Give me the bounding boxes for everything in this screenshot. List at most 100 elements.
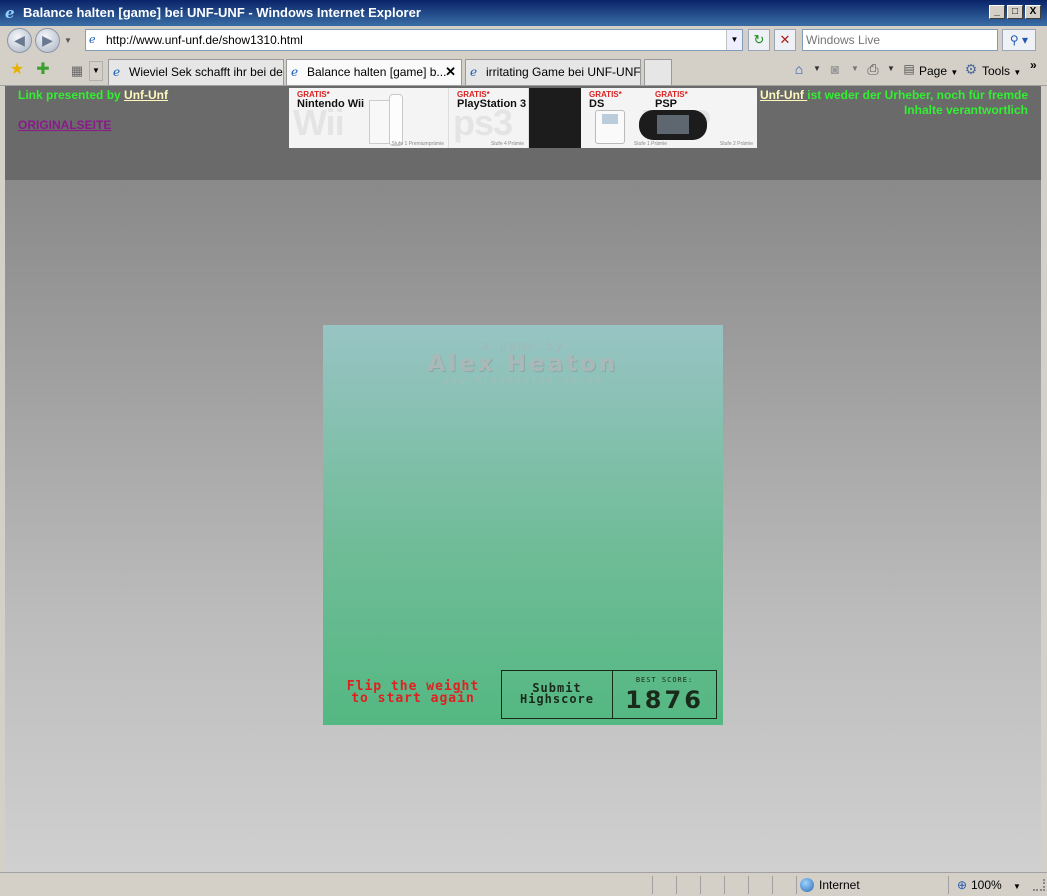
flip-weight-instruction: Flip the weight to start again xyxy=(343,680,483,706)
page-menu-label: Page xyxy=(919,64,948,78)
best-score-label: BEST SCORE: xyxy=(635,676,694,684)
best-score-panel: BEST SCORE: 1876 xyxy=(612,670,717,719)
ie-logo-icon: e xyxy=(5,4,15,22)
wii-console-image xyxy=(369,100,391,144)
new-tab-button[interactable] xyxy=(644,59,672,85)
tab-label: Balance halten [game] b... xyxy=(307,65,447,79)
banner-product-name: PSP xyxy=(655,98,678,110)
feeds-icon[interactable]: ◙ xyxy=(826,60,844,78)
url-input[interactable] xyxy=(106,32,726,48)
home-dropdown-icon[interactable]: ▼ xyxy=(808,60,826,78)
best-score-value: 1876 xyxy=(625,686,704,714)
status-divider xyxy=(748,876,749,894)
banner-product-name: DS xyxy=(589,98,605,110)
recent-pages-dropdown[interactable]: ▼ xyxy=(64,36,72,45)
ie-tab-icon: e xyxy=(470,65,478,79)
tab-irritating-game[interactable]: e irritating Game bei UNF-UNF xyxy=(465,59,641,85)
tab-label: irritating Game bei UNF-UNF xyxy=(486,65,641,79)
status-divider xyxy=(652,876,653,894)
address-bar: e ▼ xyxy=(85,29,743,51)
disclaimer-text: ist weder der Urheber, noch für fremde I… xyxy=(807,88,1028,117)
window-frame-right xyxy=(1041,86,1047,872)
close-window-button[interactable]: X xyxy=(1025,5,1041,19)
zoom-level[interactable]: 100% xyxy=(971,877,1002,893)
banner-note: Stufe 4 Prämie xyxy=(490,141,524,147)
flip-line-2: to start again xyxy=(351,691,475,706)
link-presented-by: Link presented by Unf-Unf xyxy=(18,88,168,102)
quick-tabs-icon[interactable]: ▦ xyxy=(66,61,88,81)
status-divider xyxy=(796,876,797,894)
ps3-console-image xyxy=(529,88,581,148)
security-zone-label[interactable]: Internet xyxy=(819,877,860,893)
page-icon: e xyxy=(89,33,96,46)
banner-product-name: PlayStation 3 xyxy=(457,98,527,110)
status-divider xyxy=(676,876,677,894)
window-controls: _ □ X xyxy=(989,5,1041,19)
status-divider xyxy=(724,876,725,894)
tab-list-dropdown[interactable]: ▼ xyxy=(89,61,103,81)
search-button[interactable]: ⚲ ▾ xyxy=(1002,29,1036,51)
status-divider xyxy=(700,876,701,894)
page-menu-icon: ▤ xyxy=(903,62,915,76)
favorites-star-icon[interactable]: ★ xyxy=(7,60,27,80)
back-button[interactable]: ◀ xyxy=(7,28,32,53)
game-canvas[interactable]: a game by Alex Heaton www.AlexHeaton.co.… xyxy=(323,325,723,725)
title-bar: e Balance halten [game] bei UNF-UNF - Wi… xyxy=(0,0,1047,26)
status-divider xyxy=(948,876,949,894)
home-icon[interactable]: ⌂ xyxy=(790,60,808,78)
page-viewport: Link presented by Unf-Unf ORIGINALSEITE … xyxy=(5,86,1041,872)
status-bar: Internet ⊕ 100% ▼ xyxy=(0,872,1047,896)
address-dropdown-arrow[interactable]: ▼ xyxy=(726,30,742,50)
unf-unf-link[interactable]: Unf-Unf xyxy=(124,88,168,102)
add-favorites-icon[interactable]: ✚ xyxy=(33,60,53,80)
refresh-button[interactable]: ↻ xyxy=(748,29,770,51)
submit-highscore-button[interactable]: Submit Highscore xyxy=(501,670,613,719)
ad-banner[interactable]: Wii GRATIS* Nintendo Wii Stufe 1 Premium… xyxy=(289,88,757,148)
tab-label: Wieviel Sek schafft ihr bei de... xyxy=(129,65,284,79)
forward-button[interactable]: ▶ xyxy=(35,28,60,53)
tab-balance-halten[interactable]: e Balance halten [game] b... ✕ xyxy=(286,59,462,85)
print-icon[interactable]: ⎙ xyxy=(864,60,882,78)
more-commands-chevron-icon[interactable]: » xyxy=(1030,56,1037,74)
tools-gear-icon: ⚙ xyxy=(964,61,978,77)
tab-wieviel-sek[interactable]: e Wieviel Sek schafft ihr bei de... xyxy=(108,59,284,85)
banner-note: Stufe 1 Premiumprämie xyxy=(391,141,444,147)
resize-grip-icon[interactable] xyxy=(1033,879,1045,891)
print-dropdown-icon[interactable]: ▼ xyxy=(882,60,900,78)
banner-note: Stufe 2 Prämie xyxy=(719,141,753,147)
psp-image xyxy=(639,110,707,140)
original-page-link[interactable]: ORIGINALSEITE xyxy=(18,118,111,132)
zoom-icon: ⊕ xyxy=(957,878,968,892)
banner-wii[interactable]: Wii GRATIS* Nintendo Wii Stufe 1 Premium… xyxy=(289,88,449,148)
site-header: Link presented by Unf-Unf ORIGINALSEITE … xyxy=(5,86,1041,180)
maximize-button[interactable]: □ xyxy=(1007,5,1023,19)
tools-menu-label: Tools xyxy=(982,64,1011,78)
nintendo-ds-image xyxy=(595,110,625,144)
banner-note: Stufe 1 Prämie xyxy=(633,141,667,147)
submit-line-2: Highscore xyxy=(519,692,595,706)
zoom-dropdown-icon[interactable]: ▼ xyxy=(1013,879,1021,895)
window-title: Balance halten [game] bei UNF-UNF - Wind… xyxy=(23,5,421,20)
banner-ds-psp[interactable]: PSP GRATIS* DS GRATIS* PSP Stufe 1 Prämi… xyxy=(581,88,757,148)
link-presented-prefix: Link presented by xyxy=(18,88,125,102)
feeds-dropdown-icon[interactable]: ▼ xyxy=(846,60,864,78)
unf-unf-disclaimer-link[interactable]: Unf-Unf xyxy=(760,88,807,102)
credit-author: Alex Heaton xyxy=(427,351,619,377)
banner-ps3[interactable]: ps3 GRATIS* PlayStation 3 Stufe 4 Prämie xyxy=(449,88,529,148)
address-toolbar: ◀ ▶ ▼ e ▼ ↻ ✕ ⚲ ▾ xyxy=(0,26,1047,56)
page-menu[interactable]: Page ▼ xyxy=(919,62,958,80)
disclaimer: Unf-Unf ist weder der Urheber, noch für … xyxy=(753,88,1028,118)
banner-product-name: Nintendo Wii xyxy=(297,98,365,110)
wii-remote-image xyxy=(389,94,403,146)
search-box xyxy=(802,29,998,51)
status-divider xyxy=(772,876,773,894)
ie-tab-icon: e xyxy=(113,65,121,79)
search-input[interactable] xyxy=(806,31,996,49)
ie-tab-icon: e xyxy=(291,65,299,79)
tools-menu[interactable]: Tools ▼ xyxy=(982,62,1021,80)
credit-website[interactable]: www.AlexHeaton.co.uk xyxy=(323,375,723,386)
internet-zone-globe-icon xyxy=(800,878,814,892)
stop-button[interactable]: ✕ xyxy=(774,29,796,51)
close-tab-icon[interactable]: ✕ xyxy=(445,60,456,84)
minimize-button[interactable]: _ xyxy=(989,5,1005,19)
